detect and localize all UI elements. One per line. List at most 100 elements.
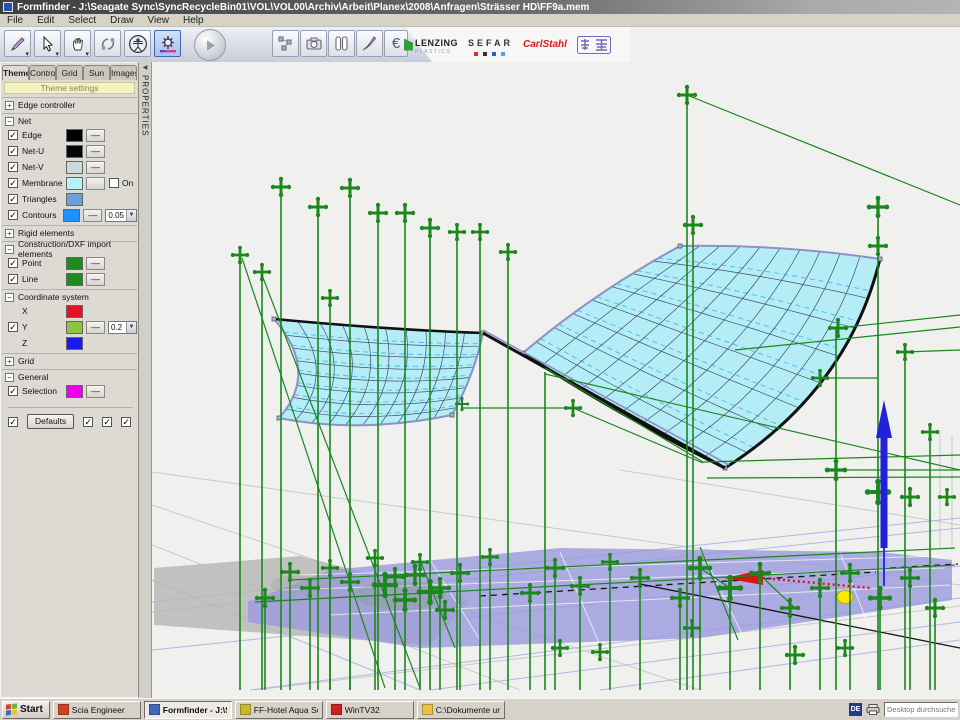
taskbar-task-folder[interactable]: C:\Dokumente und Einst... bbox=[417, 701, 505, 719]
checkbox-contours[interactable]: ✓ bbox=[8, 210, 18, 220]
section-header-general[interactable]: −General bbox=[2, 369, 137, 383]
checkbox-triangles[interactable]: ✓ bbox=[8, 194, 18, 204]
menu-item-file[interactable]: File bbox=[0, 15, 30, 26]
checkbox-selection[interactable]: ✓ bbox=[8, 386, 18, 396]
color-swatch[interactable] bbox=[66, 385, 83, 398]
taskbar-task-formfinder[interactable]: Formfinder - J:\Seaga... bbox=[144, 701, 232, 719]
line-style-button[interactable]: — bbox=[86, 161, 105, 174]
collapse-panel-icon[interactable]: ◀ bbox=[143, 64, 148, 71]
checkbox-net-v[interactable]: ✓ bbox=[8, 162, 18, 172]
language-indicator[interactable]: DE bbox=[849, 703, 862, 716]
color-swatch[interactable] bbox=[66, 321, 83, 334]
color-swatch[interactable] bbox=[66, 161, 83, 174]
chevron-down-icon[interactable]: ▼ bbox=[126, 322, 136, 333]
tab-controls[interactable]: Controls bbox=[29, 65, 56, 80]
columns-icon bbox=[333, 35, 350, 52]
value-dropdown[interactable]: 0.2▼ bbox=[108, 321, 137, 334]
line-style-button[interactable]: — bbox=[86, 385, 105, 398]
color-swatch[interactable] bbox=[66, 193, 83, 206]
theme-row-triangles: ✓Triangles bbox=[2, 191, 137, 207]
collapse-icon[interactable]: − bbox=[5, 117, 14, 126]
color-swatch[interactable] bbox=[63, 209, 80, 222]
properties-strip[interactable]: ◀ PROPERTIES bbox=[139, 62, 151, 698]
expand-icon[interactable]: + bbox=[5, 229, 14, 238]
collapse-icon[interactable]: − bbox=[5, 293, 14, 302]
menu-item-edit[interactable]: Edit bbox=[30, 15, 61, 26]
checkbox-net-u[interactable]: ✓ bbox=[8, 146, 18, 156]
taskbar-task-image[interactable]: FF-Hotel Aqua Screensh... bbox=[235, 701, 323, 719]
color-swatch[interactable] bbox=[66, 305, 83, 318]
columns-button[interactable] bbox=[328, 30, 355, 57]
checkbox-on[interactable]: ✓ bbox=[109, 178, 119, 188]
start-label: Start bbox=[20, 704, 43, 715]
line-style-button[interactable]: — bbox=[86, 273, 105, 286]
checkbox-y[interactable]: ✓ bbox=[8, 322, 18, 332]
theme-settings-button[interactable] bbox=[154, 30, 181, 57]
draw-pencil-button[interactable]: ▾ bbox=[4, 30, 31, 57]
defaults-checkbox-0[interactable]: ✓ bbox=[8, 417, 18, 427]
checkbox-edge[interactable]: ✓ bbox=[8, 130, 18, 140]
color-swatch[interactable] bbox=[66, 273, 83, 286]
color-swatch[interactable] bbox=[66, 177, 83, 190]
menu-item-view[interactable]: View bbox=[141, 15, 177, 26]
node-marker bbox=[938, 488, 956, 506]
dropdown-arrow[interactable]: ▾ bbox=[25, 50, 29, 58]
tab-images[interactable]: Images bbox=[110, 65, 137, 80]
tab-sun[interactable]: Sun bbox=[83, 65, 110, 80]
menu-item-draw[interactable]: Draw bbox=[103, 15, 140, 26]
defaults-checkbox-3[interactable]: ✓ bbox=[121, 417, 131, 427]
on-check-group: ✓On bbox=[109, 178, 133, 188]
nodes-button[interactable] bbox=[272, 30, 299, 57]
line-style-button[interactable]: — bbox=[86, 257, 105, 270]
line-style-button[interactable]: — bbox=[83, 209, 102, 222]
section-header-construction-dxf-import-elements[interactable]: −Construction/DXF import elements bbox=[2, 241, 137, 255]
section-header-edge-controller[interactable]: +Edge controller bbox=[2, 97, 137, 111]
dropdown-arrow[interactable]: ▾ bbox=[55, 50, 59, 58]
dropdown-arrow[interactable]: ▾ bbox=[85, 50, 89, 58]
3d-viewport[interactable] bbox=[152, 62, 960, 698]
color-swatch[interactable] bbox=[66, 129, 83, 142]
chevron-down-icon[interactable]: ▼ bbox=[126, 210, 136, 221]
brush-button[interactable] bbox=[356, 30, 383, 57]
checkbox-line[interactable]: ✓ bbox=[8, 274, 18, 284]
collapse-icon[interactable]: − bbox=[5, 373, 14, 382]
titlebar[interactable]: Formfinder - J:\Seagate Sync\SyncRecycle… bbox=[0, 0, 960, 14]
section-header-grid[interactable]: +Grid bbox=[2, 353, 137, 367]
section-header-coordinate-system[interactable]: −Coordinate system bbox=[2, 289, 137, 303]
select-cursor-button[interactable]: ▾ bbox=[34, 30, 61, 57]
line-style-button[interactable]: — bbox=[86, 321, 105, 334]
desktop-search-input[interactable] bbox=[884, 702, 958, 717]
expand-icon[interactable]: + bbox=[5, 357, 14, 366]
start-button[interactable]: Start bbox=[2, 701, 50, 719]
section-header-net[interactable]: −Net bbox=[2, 113, 137, 127]
checkbox-membrane[interactable]: ✓ bbox=[8, 178, 18, 188]
tab-theme[interactable]: Theme bbox=[2, 65, 29, 80]
menu-item-help[interactable]: Help bbox=[176, 15, 211, 26]
checkbox-point[interactable]: ✓ bbox=[8, 258, 18, 268]
camera-button[interactable] bbox=[300, 30, 327, 57]
blank-button[interactable] bbox=[86, 177, 105, 190]
line-style-button[interactable]: — bbox=[86, 129, 105, 142]
section-header-rigid-elements[interactable]: +Rigid elements bbox=[2, 225, 137, 239]
color-swatch[interactable] bbox=[66, 337, 83, 350]
collapse-icon[interactable]: − bbox=[5, 245, 14, 254]
menu-item-select[interactable]: Select bbox=[61, 15, 103, 26]
orbit-button[interactable] bbox=[94, 30, 121, 57]
taskbar-task-wintv[interactable]: WinTV32 bbox=[326, 701, 414, 719]
defaults-button[interactable]: Defaults bbox=[27, 414, 74, 429]
play-button[interactable] bbox=[194, 29, 226, 61]
vitruvian-button[interactable] bbox=[124, 30, 151, 57]
color-swatch[interactable] bbox=[66, 145, 83, 158]
taskbar-task-scia[interactable]: Scia Engineer bbox=[53, 701, 141, 719]
expand-icon[interactable]: + bbox=[5, 101, 14, 110]
value-dropdown[interactable]: 0.05▼ bbox=[105, 209, 137, 222]
defaults-checkbox-1[interactable]: ✓ bbox=[83, 417, 93, 427]
defaults-checkbox-2[interactable]: ✓ bbox=[102, 417, 112, 427]
theme-row-y: ✓Y—0.2▼ bbox=[2, 319, 137, 335]
line-style-button[interactable]: — bbox=[86, 145, 105, 158]
node-marker bbox=[867, 196, 889, 218]
color-swatch[interactable] bbox=[66, 257, 83, 270]
printer-icon[interactable] bbox=[866, 704, 880, 715]
pan-hand-button[interactable]: ▾ bbox=[64, 30, 91, 57]
tab-grid[interactable]: Grid bbox=[56, 65, 83, 80]
